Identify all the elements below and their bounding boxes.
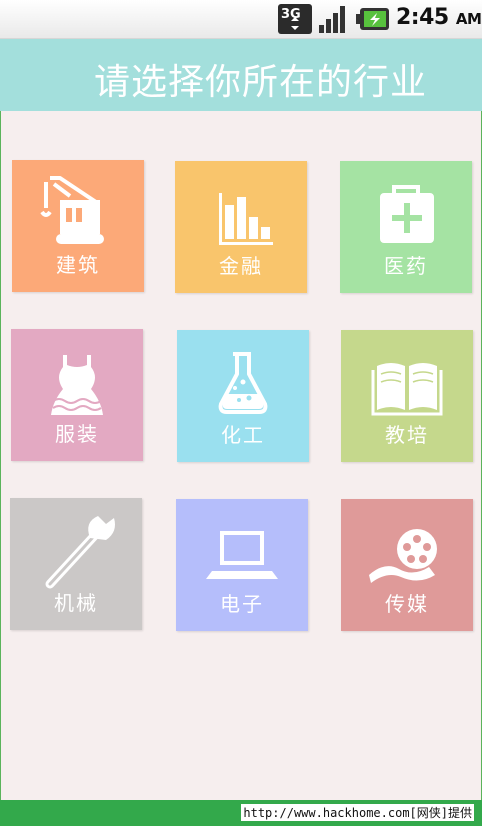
battery-charging-icon (356, 8, 389, 30)
industry-label: 机械 (54, 591, 98, 615)
industry-label: 金融 (219, 254, 263, 278)
industry-label: 服装 (55, 422, 99, 446)
film-reel-icon (369, 529, 437, 583)
footer-watermark: http://www.hackhome.com[网侠]提供 (241, 804, 474, 821)
first-aid-kit-icon (380, 185, 434, 243)
dress-icon (51, 355, 103, 415)
industry-tile-finance[interactable]: 金融 (175, 161, 307, 293)
industry-label: 化工 (221, 423, 265, 447)
industry-label: 建筑 (56, 253, 100, 277)
flask-icon (218, 352, 268, 414)
signal-strength-icon (319, 6, 345, 33)
industry-tile-media[interactable]: 传媒 (341, 499, 473, 631)
industry-tile-medicine[interactable]: 医药 (340, 161, 472, 293)
industry-tile-electronics[interactable]: 电子 (176, 499, 308, 631)
industry-tile-construction[interactable]: 建筑 (12, 160, 144, 292)
industry-label: 电子 (220, 592, 264, 616)
clock-time: 2:45 (396, 5, 449, 30)
industry-tile-chemical[interactable]: 化工 (177, 330, 309, 462)
industry-label: 医药 (384, 254, 428, 278)
network-label: 3G (281, 7, 301, 22)
title-bar: 请选择你所在的行业 (0, 39, 482, 111)
footer-bar: http://www.hackhome.com[网侠]提供 (0, 800, 482, 826)
industry-label: 传媒 (385, 592, 429, 616)
bar-chart-icon (219, 193, 273, 245)
laptop-icon (206, 531, 278, 579)
page-title: 请选择你所在的行业 (94, 62, 428, 103)
status-bar: 3G 2:45 AM (0, 0, 482, 39)
industry-label: 教培 (385, 423, 429, 447)
wrench-icon (45, 516, 115, 589)
industry-tile-apparel[interactable]: 服装 (11, 329, 143, 461)
industry-tile-machinery[interactable]: 机械 (10, 498, 142, 630)
clock-ampm: AM (455, 10, 482, 28)
industry-tile-education[interactable]: 教培 (341, 330, 473, 462)
3g-network-icon: 3G (278, 4, 312, 34)
crane-icon (40, 176, 104, 244)
clock: 2:45 AM (396, 5, 482, 30)
open-book-icon (371, 363, 443, 416)
